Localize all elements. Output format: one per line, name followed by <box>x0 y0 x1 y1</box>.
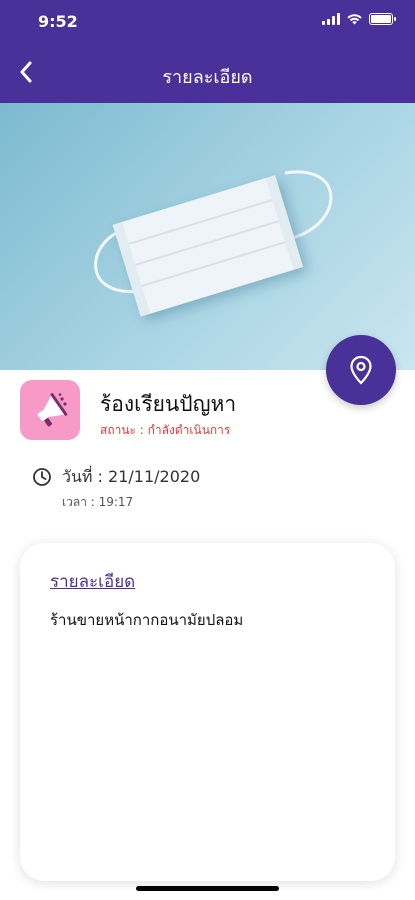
status-text: สถานะ : กำลังดำเนินการ <box>100 423 231 437</box>
face-mask-image <box>94 170 333 317</box>
page-title: รายละเอียด <box>162 67 253 88</box>
category-title: ร้องเรียนปัญหา <box>100 392 237 416</box>
battery-icon <box>369 13 396 25</box>
detail-card: รายละเอียด ร้านขายหน้ากากอนามัยปลอม <box>20 543 395 881</box>
megaphone-icon <box>37 393 68 427</box>
location-button[interactable] <box>326 335 396 405</box>
report-date: วันที่ : 21/11/2020 <box>62 467 201 486</box>
report-time: เวลา : 19:17 <box>62 495 134 509</box>
clock-icon <box>32 467 52 491</box>
status-bar: 9:52 <box>0 0 415 44</box>
header: 9:52 รายละเอียด <box>0 0 415 103</box>
signal-icon <box>322 13 340 25</box>
location-pin-icon <box>350 355 372 385</box>
hero-image <box>0 103 415 370</box>
detail-title: รายละเอียด <box>50 572 136 592</box>
nav-bar: รายละเอียด <box>0 44 415 103</box>
home-indicator <box>136 886 279 891</box>
category-icon <box>20 380 80 440</box>
detail-body: ร้านขายหน้ากากอนามัยปลอม <box>50 611 244 629</box>
wifi-icon <box>347 14 362 25</box>
status-icons <box>322 13 396 25</box>
status-time: 9:52 <box>38 12 78 31</box>
